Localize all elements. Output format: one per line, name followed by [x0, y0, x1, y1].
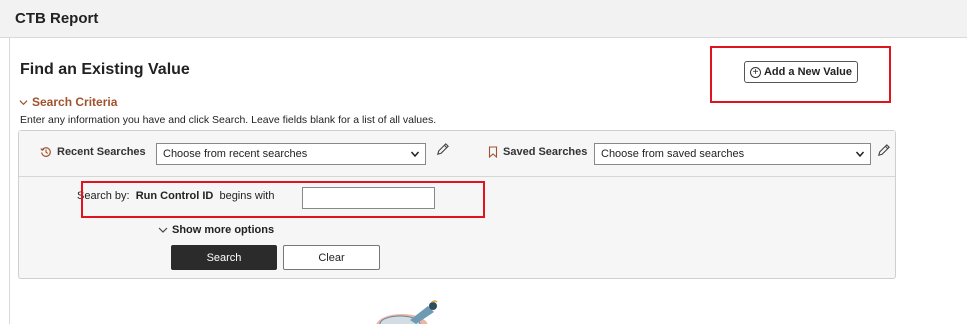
recent-searches-select[interactable]: Choose from recent searches	[156, 143, 426, 165]
pencil-icon[interactable]	[435, 142, 450, 157]
show-more-options-toggle[interactable]: Show more options	[158, 224, 274, 236]
search-criteria-label: Search Criteria	[32, 95, 118, 109]
clear-button[interactable]: Clear	[283, 245, 380, 270]
saved-searches-bar: Recent Searches Choose from recent searc…	[19, 131, 895, 177]
search-hint: Enter any information you have and click…	[20, 114, 437, 126]
search-button[interactable]: Search	[171, 245, 277, 270]
page-title: CTB Report	[15, 10, 99, 27]
page-header: CTB Report	[0, 0, 967, 38]
search-illustration-icon	[376, 300, 438, 324]
chevron-down-icon	[158, 227, 168, 233]
bookmark-icon	[488, 146, 498, 158]
pencil-icon[interactable]	[876, 143, 891, 158]
saved-searches-select[interactable]: Choose from saved searches	[594, 143, 871, 165]
divider	[9, 38, 10, 324]
highlight-box-search-by	[81, 181, 485, 218]
chevron-down-icon	[410, 151, 420, 158]
section-title: Find an Existing Value	[20, 61, 190, 78]
chevron-down-icon	[19, 99, 28, 105]
saved-searches-label: Saved Searches	[488, 146, 587, 158]
recent-searches-label: Recent Searches	[40, 146, 146, 158]
chevron-down-icon	[855, 151, 865, 158]
highlight-box-add-button	[710, 46, 891, 103]
history-icon	[40, 147, 51, 157]
search-criteria-toggle[interactable]: Search Criteria	[19, 95, 117, 109]
